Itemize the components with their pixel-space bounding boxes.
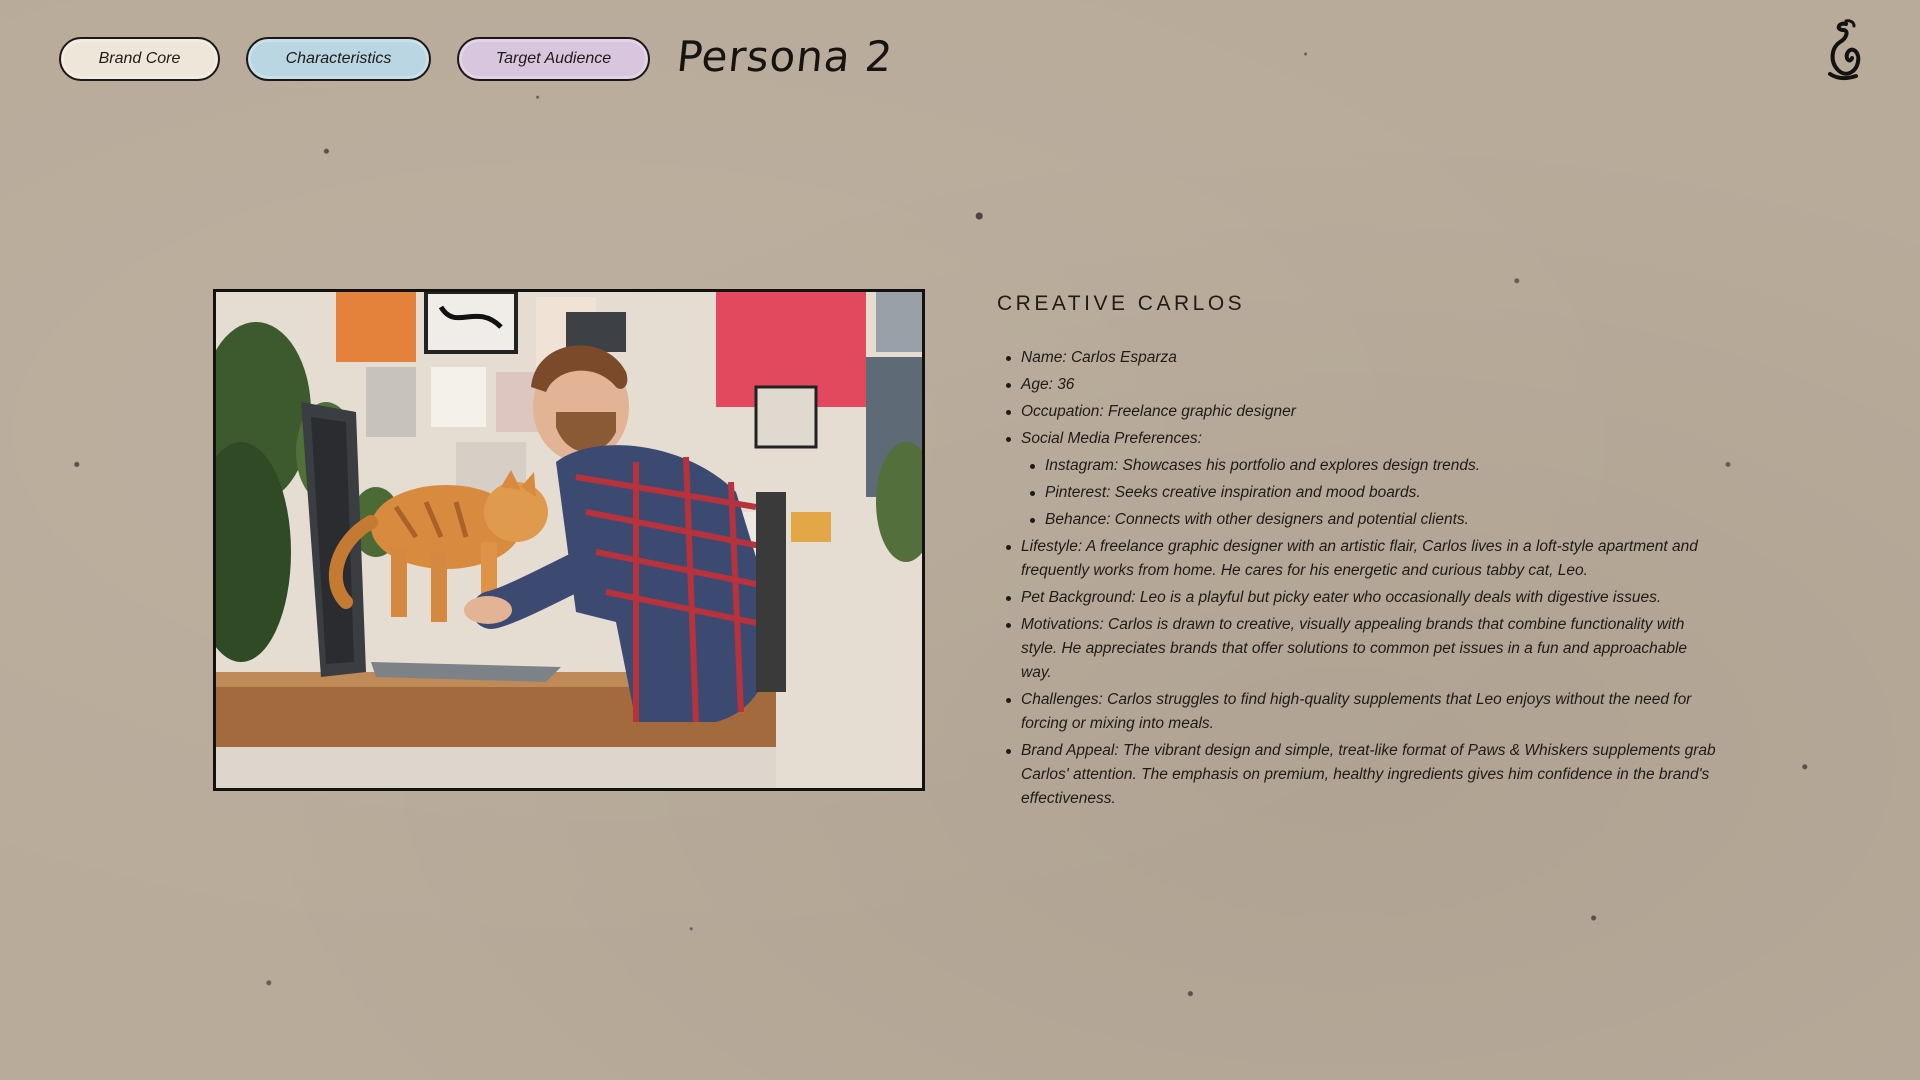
list-item: Lifestyle: A freelance graphic designer … bbox=[1006, 535, 1717, 583]
man-with-cat-illustration bbox=[216, 292, 922, 788]
list-item: Occupation: Freelance graphic designer bbox=[1006, 400, 1717, 424]
list-item: Brand Appeal: The vibrant design and sim… bbox=[1006, 739, 1717, 811]
characteristics-button[interactable]: Characteristics bbox=[246, 37, 431, 81]
list-item: Name: Carlos Esparza bbox=[1006, 346, 1717, 370]
target-audience-button[interactable]: Target Audience bbox=[457, 37, 650, 81]
page-title: Persona 2 bbox=[674, 32, 896, 81]
persona-title: CREATIVE CARLOS bbox=[997, 292, 1246, 315]
list-item: Motivations: Carlos is drawn to creative… bbox=[1006, 613, 1717, 685]
list-item: Challenges: Carlos struggles to find hig… bbox=[1006, 688, 1717, 736]
social-media-heading: Social Media Preferences: bbox=[1021, 430, 1202, 447]
brand-core-button[interactable]: Brand Core bbox=[59, 37, 220, 81]
persona-photo bbox=[213, 289, 925, 791]
list-item: Instagram: Showcases his portfolio and e… bbox=[1030, 454, 1717, 478]
list-item: Pinterest: Seeks creative inspiration an… bbox=[1030, 481, 1717, 505]
list-item: Behance: Connects with other designers a… bbox=[1030, 508, 1717, 532]
list-item: Social Media Preferences: Instagram: Sho… bbox=[1006, 427, 1717, 532]
list-item: Age: 36 bbox=[1006, 373, 1717, 397]
persona-details: Name: Carlos Esparza Age: 36 Occupation:… bbox=[997, 346, 1717, 814]
flame-logo-icon bbox=[1816, 18, 1864, 84]
list-item: Pet Background: Leo is a playful but pic… bbox=[1006, 586, 1717, 610]
